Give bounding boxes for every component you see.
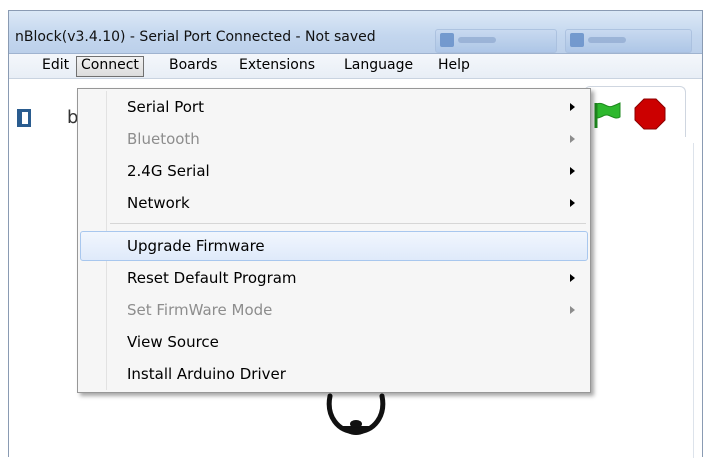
- submenu-arrow-icon: [570, 199, 575, 207]
- green-flag-icon[interactable]: [590, 100, 624, 130]
- menu-item-reset-default-program[interactable]: Reset Default Program: [80, 263, 588, 293]
- submenu-arrow-icon: [570, 135, 575, 143]
- window-title: nBlock(v3.4.10) - Serial Port Connected …: [15, 29, 376, 45]
- menu-item-label: Set FirmWare Mode: [127, 301, 273, 319]
- menu-connect[interactable]: Connect: [76, 56, 144, 77]
- menu-item-network[interactable]: Network: [80, 188, 588, 218]
- taskbar-button-1[interactable]: [435, 29, 557, 53]
- menu-boards[interactable]: Boards: [164, 56, 222, 75]
- menu-item-label: Upgrade Firmware: [127, 237, 265, 255]
- menu-item-view-source[interactable]: View Source: [80, 327, 588, 357]
- menu-item-label: Network: [127, 194, 190, 212]
- menu-item-install-arduino-driver[interactable]: Install Arduino Driver: [80, 359, 588, 389]
- menu-item-label: Bluetooth: [127, 130, 200, 148]
- menu-item-label: View Source: [127, 333, 219, 351]
- menu-edit[interactable]: Edit: [37, 56, 74, 75]
- menu-help[interactable]: Help: [433, 56, 475, 75]
- taskbar-button-2[interactable]: [565, 29, 692, 53]
- menu-bar: Edit Connect Boards Extensions Language …: [9, 54, 702, 79]
- menu-item-label: Serial Port: [127, 98, 204, 116]
- menu-item-label: Reset Default Program: [127, 269, 297, 287]
- panel-divider: [693, 143, 694, 458]
- toolbar-block-icon[interactable]: [17, 109, 31, 127]
- menu-language[interactable]: Language: [339, 56, 418, 75]
- menu-separator: [110, 223, 586, 224]
- submenu-arrow-icon: [570, 274, 575, 282]
- menu-item-upgrade-firmware[interactable]: Upgrade Firmware: [80, 231, 588, 261]
- submenu-arrow-icon: [570, 167, 575, 175]
- submenu-arrow-icon: [570, 306, 575, 314]
- title-bar: nBlock(v3.4.10) - Serial Port Connected …: [9, 11, 702, 54]
- submenu-arrow-icon: [570, 103, 575, 111]
- menu-item-2-4g-serial[interactable]: 2.4G Serial: [80, 156, 588, 186]
- menu-item-serial-port[interactable]: Serial Port: [80, 92, 588, 122]
- connect-dropdown-menu: Serial Port Bluetooth 2.4G Serial Networ…: [77, 88, 591, 393]
- menu-item-label: Install Arduino Driver: [127, 365, 286, 383]
- stop-icon[interactable]: [634, 98, 666, 130]
- menu-item-set-firmware-mode: Set FirmWare Mode: [80, 295, 588, 325]
- menu-extensions[interactable]: Extensions: [234, 56, 320, 75]
- menu-item-label: 2.4G Serial: [127, 162, 210, 180]
- caption-crop: [0, 0, 709, 10]
- menu-item-bluetooth: Bluetooth: [80, 124, 588, 154]
